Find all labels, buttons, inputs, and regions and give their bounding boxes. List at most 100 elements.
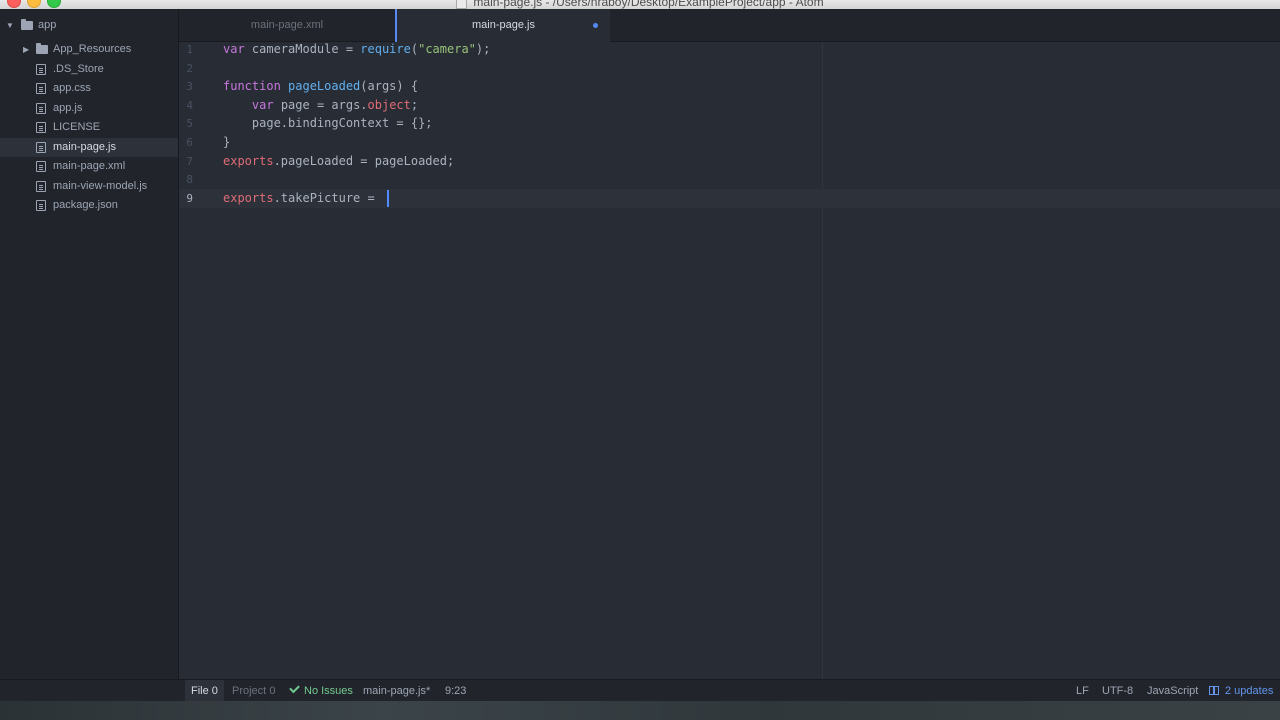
code-token: require [360,42,411,56]
code-token: } [223,135,231,149]
tab-label: main-page.xml [250,19,324,31]
updates-label: 2 updates [1225,685,1274,697]
folder-icon [21,19,33,30]
project-label: Project [232,685,267,697]
code-line[interactable]: var cameraModule = require("camera"); [223,40,490,59]
line-number: 8 [186,173,193,187]
code-token: object [367,97,411,112]
tree-root-app[interactable]: ▼ app [0,16,178,35]
tree-item-main-view-model-js[interactable]: main-view-model.js [0,177,178,196]
code-token: "camera" [418,42,476,56]
chevron-right-icon: ▶ [23,45,30,54]
dock-background [0,701,1280,720]
cursor-position[interactable]: 9:23 [445,680,466,702]
tree-item-label: app.js [53,102,83,114]
code-token: function [223,79,281,94]
tree-item-label: main-page.js [53,141,116,153]
tree-view: ▼ app ▶ App_Resources .DS_Store app.css … [0,9,179,679]
file-icon [36,122,46,133]
code-token: ( [410,42,419,56]
tree-item-label: .DS_Store [53,63,104,75]
file-issues-tab[interactable]: File 0 [185,680,224,702]
window-title: main-page.js - /Users/nraboy/Desktop/Exa… [0,0,1280,9]
grammar-selector[interactable]: JavaScript [1147,680,1198,702]
code-token: page = args. [273,97,368,112]
code-line[interactable]: var page = args.object; [223,96,418,115]
tab-main-page-js[interactable]: main-page.js [395,9,610,42]
tree-item-app-js[interactable]: app.js [0,99,178,118]
code-line[interactable]: } [223,133,230,152]
text-cursor [387,190,389,207]
line-number: 6 [186,136,193,149]
file-count: 0 [211,685,218,697]
gift-icon [1209,686,1219,695]
line-number: 4 [186,98,193,112]
code-token: var [223,42,245,56]
tree-item-package-json[interactable]: package.json [0,196,178,215]
tree-item-ds-store[interactable]: .DS_Store [0,60,178,79]
issues-label: No Issues [304,685,353,697]
encoding-selector[interactable]: UTF-8 [1102,680,1133,702]
file-icon [36,161,46,172]
file-icon [36,83,46,94]
updates-button[interactable]: 2 updates [1209,680,1273,702]
line-number: 1 [186,43,193,56]
title-bar: main-page.js - /Users/nraboy/Desktop/Exa… [0,0,1280,9]
tree-item-app-css[interactable]: app.css [0,79,178,98]
code-token: exports [223,190,274,205]
line-ending-selector[interactable]: LF [1076,680,1089,702]
code-token: ; [410,97,419,112]
file-icon [36,103,46,114]
tree-item-label: App_Resources [53,43,132,55]
tree-item-main-page-xml[interactable]: main-page.xml [0,157,178,176]
code-token: exports [223,153,274,168]
code-token: (args) { [360,79,419,94]
file-icon [36,142,46,153]
line-number: 7 [186,154,193,168]
tree-item-label: main-view-model.js [53,180,148,192]
code-token: var [251,97,274,112]
line-number: 9 [186,191,193,205]
tree-item-label: LICENSE [53,121,101,133]
tree-item-label: main-page.xml [53,160,126,172]
file-icon [36,200,46,211]
file-icon [36,64,46,75]
code-token: pageLoaded [288,79,361,94]
line-number: 2 [186,61,193,75]
tree-root-label: app [38,19,57,31]
project-issues-tab[interactable]: Project 0 [232,680,275,702]
tree-item-label: app.css [53,82,91,94]
file-path[interactable]: main-page.js* [363,680,430,702]
code-line[interactable]: page.bindingContext = {}; [223,114,433,133]
tab-label: main-page.js [472,19,535,31]
code-token: page.bindingContext = {}; [223,116,433,131]
file-icon [36,181,46,192]
line-number: 3 [186,80,193,94]
linter-status[interactable]: No Issues [289,680,353,702]
code-line[interactable]: exports.takePicture = [223,189,382,208]
file-label: File [191,685,209,697]
status-bar: File 0 Project 0 No Issues main-page.js*… [0,679,1280,702]
tree-item-label: package.json [53,199,118,211]
tab-main-page-xml[interactable]: main-page.xml [179,9,395,41]
tab-bar: main-page.xml main-page.js [179,9,1280,42]
chevron-down-icon: ▼ [6,21,14,30]
folder-icon [36,43,48,54]
code-line[interactable]: exports.pageLoaded = pageLoaded; [223,152,454,171]
code-token: .pageLoaded = pageLoaded; [273,153,455,168]
code-line[interactable]: function pageLoaded(args) { [223,77,418,96]
wrap-guide [822,42,823,679]
line-number: 5 [186,117,193,131]
code-token: ); [475,42,491,56]
code-token: cameraModule = [244,42,361,56]
modified-indicator-icon[interactable] [593,23,598,28]
code-editor[interactable]: 1 2 3 4 5 6 7 8 9 var cameraModule = require("ca… [179,42,1280,679]
window-title-text: main-page.js - /Users/nraboy/Desktop/Exa… [473,0,824,9]
tree-item-license[interactable]: LICENSE [0,118,178,137]
tree-item-main-page-js[interactable]: main-page.js [0,138,178,157]
tree-item-app-resources[interactable]: ▶ App_Resources [0,40,178,59]
project-count: 0 [269,685,276,697]
check-icon [289,682,300,694]
